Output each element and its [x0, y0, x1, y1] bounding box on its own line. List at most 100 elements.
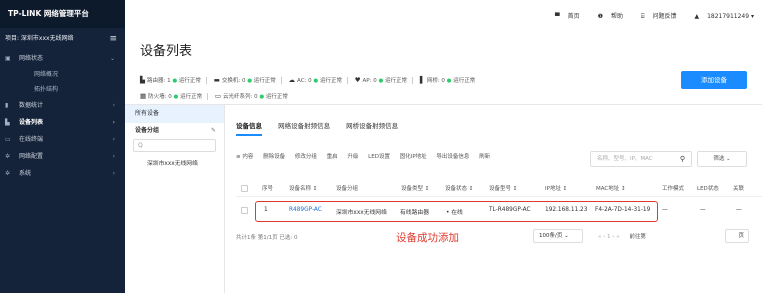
status-dot: ●	[172, 78, 178, 84]
sidebar-item-label: 数据统计	[19, 102, 44, 109]
row-checkbox[interactable]	[241, 207, 248, 214]
menu-icon[interactable]: ≡	[109, 28, 117, 50]
router-icon: ▙	[140, 76, 145, 84]
tab-bridge-rf-info[interactable]: 网桥设备射频信息	[346, 122, 398, 130]
firewall-icon: ▦	[140, 92, 147, 100]
page-title: 设备列表	[140, 44, 193, 59]
feedback-label: 问题反馈	[652, 13, 677, 20]
project-selector[interactable]: 项目: 深圳市xxx无线网络 ≡	[0, 28, 125, 50]
pagination-controls[interactable]: « ‹ 1 › »	[598, 234, 620, 240]
sidebar-sub-topology[interactable]: 拓扑结构	[0, 82, 125, 97]
device-group-title: 设备分组	[135, 127, 160, 134]
terminal-icon: ▭	[5, 136, 11, 143]
stat-label: AP: 0	[362, 78, 377, 84]
stat-switch: ▬ 交换机: 0 ● 运行正常	[213, 76, 276, 84]
stat-status: 运行正常	[253, 78, 276, 84]
help-link[interactable]: ❶ 帮助	[590, 13, 623, 20]
chevron-right-icon: ›	[112, 119, 115, 126]
upgrade-button[interactable]: 升级	[347, 154, 358, 160]
help-icon: ❶	[597, 13, 603, 20]
reboot-button[interactable]: 重启	[327, 154, 338, 160]
status-dot: ●	[313, 78, 319, 84]
col-assoc: 关联	[733, 186, 745, 192]
table-summary: 共计1条 第1/1页 已选: 0	[236, 235, 298, 241]
chevron-right-icon: ›	[112, 153, 115, 160]
stat-label: AC: 0	[297, 78, 312, 84]
col-status[interactable]: 设备状态 ↕	[445, 184, 473, 192]
col-ip[interactable]: IP地址 ↕	[545, 184, 567, 192]
led-settings-button[interactable]: LED设置	[368, 154, 390, 160]
tab-network-rf-info[interactable]: 网络设备射频信息	[278, 122, 330, 130]
sidebar-item-label: 网络状态	[19, 55, 44, 62]
goto-page-input[interactable]: 页	[725, 229, 749, 243]
sidebar-item-network-status[interactable]: ▣ 网络状态 ⌄	[0, 50, 125, 67]
stat-label: 防火墙: 0	[148, 94, 172, 100]
stat-router: ▙ 路由器: 1 ● 运行正常	[140, 76, 201, 84]
top-bar: ▀ 首页 ❶ 帮助 ⌸ 问题反馈 ▲ 18217911249 ▾	[125, 0, 762, 33]
sidebar-sub-overview[interactable]: 网络概况	[0, 67, 125, 82]
col-model[interactable]: 设备型号 ↕	[489, 184, 517, 192]
col-mac[interactable]: MAC地址 ↕	[596, 184, 626, 192]
home-link[interactable]: ▀ 首页	[547, 13, 580, 20]
col-name[interactable]: 设备名称 ↕	[289, 184, 317, 192]
stat-label: 云光纤系列: 0	[223, 94, 258, 100]
sidebar-item-label: 系统	[19, 170, 32, 177]
col-led: LED状态	[697, 186, 719, 192]
chevron-right-icon: ›	[112, 136, 115, 143]
feedback-link[interactable]: ⌸ 问题反馈	[633, 13, 677, 20]
highlight-box	[255, 201, 658, 222]
status-dot: ●	[247, 78, 253, 84]
stat-label: 网桥: 0	[426, 78, 445, 84]
sidebar-item-system[interactable]: ✲ 系统 ›	[0, 165, 125, 182]
feedback-icon: ⌸	[640, 13, 645, 20]
per-page-select[interactable]: 100条/页 ⌄	[533, 229, 583, 243]
col-index: 序号	[262, 186, 274, 192]
device-stats-row-1: ▙ 路由器: 1 ● 运行正常 ▬ 交换机: 0 ● 运行正常 ☁ AC: 0 ● 运…	[140, 76, 475, 84]
stat-status: 运行正常	[265, 94, 288, 100]
group-item[interactable]: 深圳市xxx无线网络	[125, 156, 224, 172]
status-dot: ●	[378, 78, 384, 84]
content-button[interactable]: ≡ 内容	[236, 154, 253, 160]
filter-placeholder: 名称、型号、IP、MAC	[597, 156, 653, 162]
export-info-button[interactable]: 导出设备信息	[436, 154, 469, 160]
bar-chart-icon: ▮	[5, 102, 9, 109]
user-menu[interactable]: ▲ 18217911249 ▾	[686, 13, 754, 20]
sidebar-item-statistics[interactable]: ▮ 数据统计 ›	[0, 97, 125, 114]
edit-icon[interactable]: ✎	[211, 123, 216, 139]
sidebar-item-label: 网络配置	[19, 153, 44, 160]
stat-ap: ♥ AP: 0 ● 运行正常	[355, 76, 407, 84]
search-icon[interactable]: ⚲	[680, 152, 685, 166]
filter-button[interactable]: 筛选 ⌄	[697, 151, 747, 167]
status-dot: ●	[446, 78, 452, 84]
all-devices-item[interactable]: 所有设备	[125, 105, 224, 123]
stat-status: 运行正常	[178, 78, 201, 84]
add-device-button[interactable]: 添加设备	[681, 71, 747, 89]
project-name: 项目: 深圳市xxx无线网络	[5, 35, 74, 42]
fix-ip-button[interactable]: 固化IP地址	[400, 154, 427, 160]
tab-bar: 设备信息 网络设备射频信息 网桥设备射频信息	[236, 120, 412, 136]
status-dot: ●	[259, 94, 265, 100]
delete-device-button[interactable]: 删除设备	[263, 154, 285, 160]
col-type[interactable]: 设备类型 ↕	[401, 184, 429, 192]
cell-assoc: —	[736, 207, 742, 213]
select-all-checkbox[interactable]	[241, 185, 248, 192]
sidebar-item-label: 在线终端	[19, 136, 44, 143]
cloud-icon: ☁	[288, 76, 296, 84]
stat-firewall: ▦ 防火墙: 0 ● 运行正常	[140, 92, 202, 100]
pagination: « ‹ 1 › » 前往第	[598, 232, 646, 240]
goto-label: 前往第	[629, 234, 646, 240]
chevron-right-icon: ›	[112, 102, 115, 109]
tab-device-info[interactable]: 设备信息	[236, 122, 262, 136]
group-search-input[interactable]: Q	[133, 139, 216, 152]
filter-search-input[interactable]: 名称、型号、IP、MAC ⚲	[590, 151, 692, 167]
sidebar-item-device-list[interactable]: ▙ 设备列表 ›	[0, 114, 125, 131]
sidebar-item-network-config[interactable]: ✲ 网络配置 ›	[0, 148, 125, 165]
fiber-icon: ▭	[214, 92, 221, 100]
modify-group-button[interactable]: 修改分组	[295, 154, 317, 160]
refresh-button[interactable]: 刷新	[479, 154, 490, 160]
sidebar-item-online-terminals[interactable]: ▭ 在线终端 ›	[0, 131, 125, 148]
switch-icon: ▬	[213, 76, 220, 84]
monitor-icon: ▣	[5, 55, 11, 62]
device-group-panel: 所有设备 设备分组 ✎ Q 深圳市xxx无线网络	[125, 105, 225, 293]
stat-bridge: ▌ 网桥: 0 ● 运行正常	[420, 76, 475, 84]
